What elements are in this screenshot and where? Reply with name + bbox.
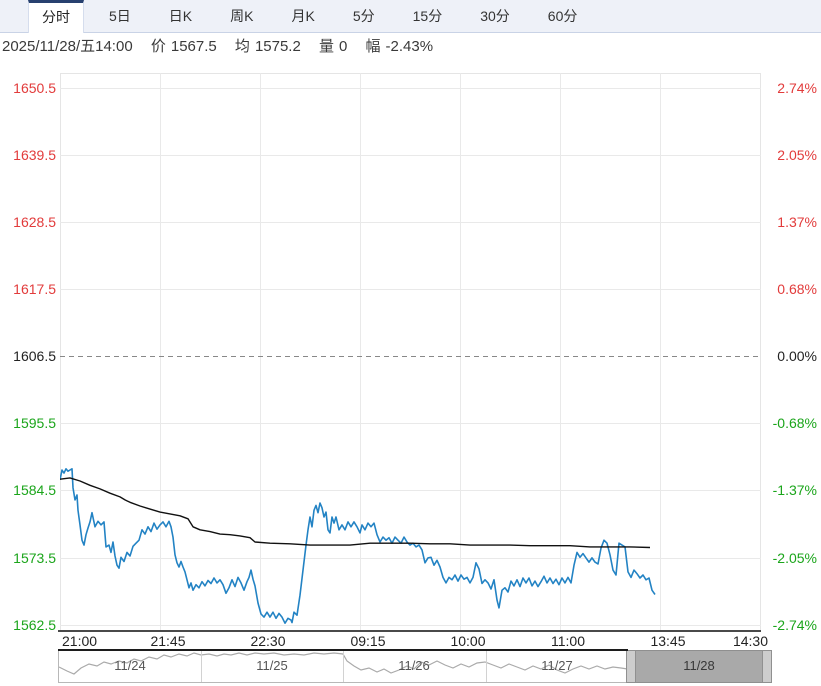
x-tick: 09:15	[350, 633, 386, 649]
y-right-tick: 1.37%	[777, 214, 817, 230]
y-left-tick: 1562.5	[13, 617, 56, 633]
y-right-tick: 0.68%	[777, 281, 817, 297]
y-right-tick-zero: 0.00%	[777, 348, 817, 364]
tab-weekly-k[interactable]: 周K	[217, 0, 266, 32]
navigator-top-line	[58, 649, 628, 651]
y-left-tick: 1595.5	[13, 415, 56, 431]
tab-5day[interactable]: 5日	[96, 0, 144, 32]
navigator-date-11-24[interactable]: 11/24	[59, 658, 201, 673]
y-left-tick: 1584.5	[13, 482, 56, 498]
quote-average: 均 1575.2	[234, 38, 301, 55]
y-right-tick: 2.74%	[777, 80, 817, 96]
navigator-date-11-25[interactable]: 11/25	[201, 658, 343, 673]
x-tick: 13:45	[650, 633, 686, 649]
average-line	[60, 477, 651, 549]
y-left-tick: 1573.5	[13, 550, 56, 566]
navigator-date-11-28[interactable]: 11/28	[628, 658, 770, 673]
quote-infobar: 2025/11/28/五14:00 价 1567.5 均 1575.2 量0 幅 -2…	[2, 33, 447, 61]
date-navigator[interactable]: 11/24 11/25 11/26 11/27 11/28	[58, 650, 772, 683]
x-tick: 11:00	[551, 633, 585, 649]
y-left-tick-prev-close: 1606.5	[13, 348, 56, 364]
tab-15min[interactable]: 15分	[400, 0, 456, 32]
x-tick: 14:30	[732, 633, 768, 649]
tab-monthly-k[interactable]: 月K	[278, 0, 327, 32]
quote-volume: 量0	[319, 38, 348, 55]
x-tick: 10:00	[450, 633, 486, 649]
navigator-date-11-27[interactable]: 11/27	[486, 658, 628, 673]
tab-fenshi[interactable]: 分时	[28, 0, 84, 33]
x-tick: 21:00	[62, 633, 98, 649]
navigator-date-11-26[interactable]: 11/26	[343, 658, 485, 673]
y-left-tick: 1639.5	[13, 147, 56, 163]
quote-change: 幅 -2.43%	[365, 38, 434, 55]
y-right-tick: -0.68%	[772, 415, 817, 431]
x-tick: 21:45	[150, 633, 186, 649]
period-tabbar: 分时 5日 日K 周K 月K 5分 15分 30分 60分	[0, 0, 821, 33]
tab-60min[interactable]: 60分	[535, 0, 591, 32]
quote-price: 价 1567.5	[150, 38, 217, 55]
y-left-tick: 1650.5	[13, 80, 56, 96]
y-right-tick: -2.74%	[772, 617, 817, 633]
y-right-tick: 2.05%	[777, 147, 817, 163]
y-right-tick: -1.37%	[772, 482, 817, 498]
quote-datetime: 2025/11/28/五14:00	[2, 38, 133, 55]
x-axis-line	[58, 630, 761, 632]
y-right-tick: -2.05%	[772, 550, 817, 566]
x-tick: 22:30	[250, 633, 286, 649]
plot-area[interactable]	[60, 73, 761, 631]
tab-daily-k[interactable]: 日K	[156, 0, 205, 32]
chart-app: 分时 5日 日K 周K 月K 5分 15分 30分 60分 2025/11/28…	[0, 0, 821, 686]
tab-5min[interactable]: 5分	[340, 0, 388, 32]
y-left-tick: 1617.5	[13, 281, 56, 297]
y-left-tick: 1628.5	[13, 214, 56, 230]
tab-30min[interactable]: 30分	[467, 0, 523, 32]
